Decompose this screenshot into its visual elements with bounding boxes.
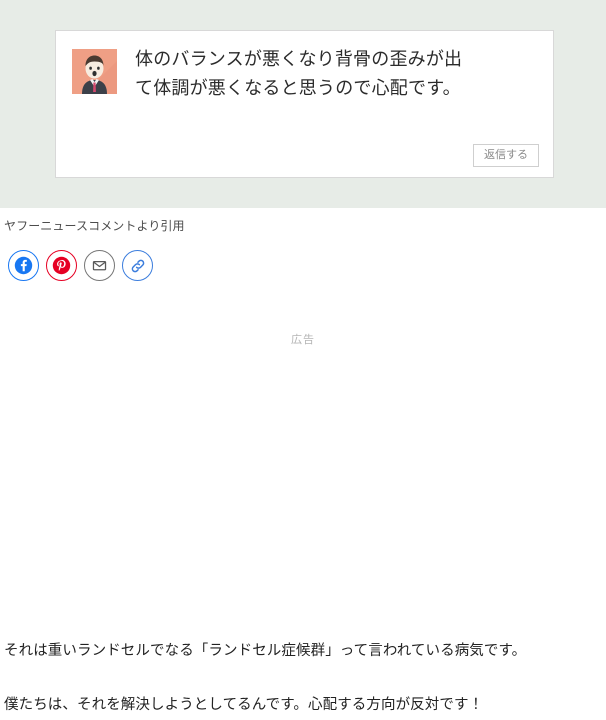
share-pinterest-button[interactable]	[46, 250, 77, 281]
reply-row: 返信する	[473, 143, 539, 167]
image-caption: ヤフーニュースコメントより引用	[4, 219, 185, 233]
article-paragraph: それは重いランドセルでなる「ランドセル症候群」って言われている病気です。	[4, 643, 527, 659]
facebook-icon	[14, 256, 33, 275]
link-chain-icon	[129, 257, 147, 275]
share-buttons	[0, 234, 606, 281]
ad-label: 広告	[291, 333, 315, 346]
share-link-button[interactable]	[122, 250, 153, 281]
comment-body: 体のバランスが悪くなり背骨の歪みが出て体調が悪くなると思うので心配です。	[56, 31, 553, 103]
envelope-icon	[91, 257, 108, 274]
advertisement-slot[interactable]: 広告	[0, 307, 606, 587]
comment-text: 体のバランスが悪くなり背骨の歪みが出て体調が悪くなると思うので心配です。	[135, 49, 463, 100]
comment-card: 体のバランスが悪くなり背骨の歪みが出て体調が悪くなると思うので心配です。 返信す…	[55, 30, 554, 178]
user-avatar-icon	[72, 49, 117, 94]
article-paragraph: 僕たちは、それを解決しようとしてるんです。心配する方向が反対です！	[4, 697, 484, 714]
share-facebook-button[interactable]	[8, 250, 39, 281]
quoted-screenshot-image: 体のバランスが悪くなり背骨の歪みが出て体調が悪くなると思うので心配です。 返信す…	[0, 0, 606, 208]
share-email-button[interactable]	[84, 250, 115, 281]
article-body: それは重いランドセルでなる「ランドセル症候群」って言われている病気です。 僕たち…	[0, 637, 606, 720]
pinterest-icon	[52, 256, 71, 275]
reply-button[interactable]: 返信する	[473, 143, 539, 167]
